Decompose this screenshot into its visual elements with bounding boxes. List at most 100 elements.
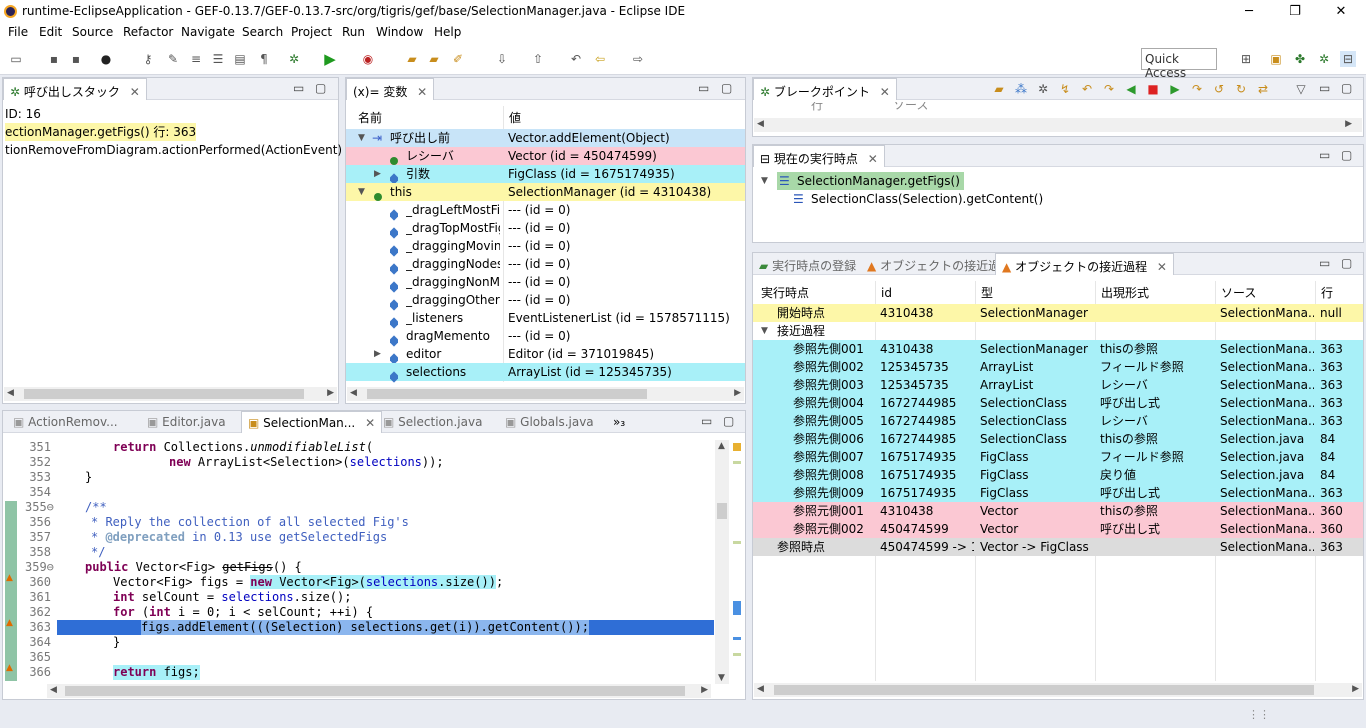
git-perspective-icon[interactable]: ✤ <box>1292 51 1308 67</box>
pen-icon[interactable]: ✐ <box>450 51 466 67</box>
current-point-item[interactable]: ☰ SelectionClass(Selection).getContent() <box>753 190 1363 208</box>
maximize-icon[interactable]: ▢ <box>721 81 732 95</box>
resume-icon[interactable]: ▶ <box>1167 81 1183 97</box>
debug-icon[interactable]: ✲ <box>286 51 302 67</box>
expanded-icon[interactable]: ▼ <box>761 322 768 340</box>
horizontal-scrollbar[interactable]: ◀ ▶ <box>754 683 1362 697</box>
step-over-icon[interactable]: ↷ <box>1189 81 1205 97</box>
minimize-icon[interactable]: ▭ <box>1319 148 1330 162</box>
scroll-left-icon[interactable]: ◀ <box>757 119 764 129</box>
close-button[interactable]: ✕ <box>1318 2 1364 22</box>
mark-icon[interactable]: ☰ <box>210 51 226 67</box>
gear-icon[interactable]: ✲ <box>1035 81 1051 97</box>
tab-approach-2[interactable]: ▲ オブジェクトの接近過程 ✕ <box>995 253 1174 275</box>
horizontal-scrollbar[interactable]: ◀ ▶ <box>4 387 337 401</box>
variable-row[interactable]: ▶ 引数 FigClass (id = 1675174935) <box>346 165 745 185</box>
drop-frame-icon[interactable]: ↻ <box>1233 81 1249 97</box>
more-tabs-button[interactable]: »₃ <box>607 411 631 433</box>
code-line[interactable]: /** <box>85 500 107 515</box>
code-line[interactable]: } <box>85 470 92 485</box>
perspective-icon[interactable]: ⊞ <box>1238 51 1254 67</box>
code-line-current[interactable]: figs.addElement(((Selection) selections.… <box>141 620 589 635</box>
tab-action-remove[interactable]: ▣ ActionRemov... <box>7 411 124 433</box>
open-folder-icon[interactable]: ▰ <box>426 51 442 67</box>
collapsed-icon[interactable]: ▶ <box>374 345 381 363</box>
minimize-icon[interactable]: ▭ <box>1319 81 1330 95</box>
table-row[interactable]: 参照先側005 1672744985 SelectionClass レシーバ S… <box>753 412 1363 430</box>
column-exec-point[interactable]: 実行時点 <box>761 281 809 305</box>
code-line[interactable]: for (int i = 0; i < selCount; ++i) { <box>113 605 373 620</box>
pilcrow-icon[interactable]: ¶ <box>256 51 272 67</box>
code-line[interactable]: return Collections.unmodifiableList( <box>113 440 373 455</box>
table-row[interactable]: 参照先側009 1675174935 FigClass 呼び出し式 Select… <box>753 484 1363 502</box>
table-row[interactable]: 参照元側002 450474599 Vector 呼び出し式 Selection… <box>753 520 1363 538</box>
key-icon[interactable]: ⚷ <box>140 51 156 67</box>
close-icon[interactable]: ✕ <box>1157 260 1167 274</box>
stop-icon[interactable]: ■ <box>1145 81 1161 97</box>
close-icon[interactable]: ✕ <box>417 85 427 99</box>
step-into-icon[interactable]: ↷ <box>1101 81 1117 97</box>
table-row[interactable]: 参照元側001 4310438 Vector thisの参照 Selection… <box>753 502 1363 520</box>
toggle-icon[interactable]: ≡ <box>188 51 204 67</box>
table-row[interactable]: 参照先側004 1672744985 SelectionClass 呼び出し式 … <box>753 394 1363 412</box>
save-all-icon[interactable]: ▪ <box>68 51 84 67</box>
maximize-icon[interactable]: ▢ <box>315 81 326 95</box>
variable-row[interactable]: _draggingMovingI --- (id = 0) <box>346 237 745 257</box>
expanded-icon[interactable]: ▼ <box>761 172 768 190</box>
tab-globals-java[interactable]: ▣ Globals.java <box>499 411 600 433</box>
menu-refactor[interactable]: Refactor <box>123 25 173 39</box>
scroll-right-icon[interactable]: ▶ <box>1345 119 1352 129</box>
profile-icon[interactable]: ● <box>98 51 114 67</box>
horizontal-scrollbar[interactable]: ◀ ▶ <box>47 684 711 698</box>
menu-source[interactable]: Source <box>72 25 113 39</box>
overview-ruler[interactable] <box>732 441 742 681</box>
code-line[interactable]: int selCount = selections.size(); <box>113 590 351 605</box>
variable-row[interactable]: dragMemento --- (id = 0) <box>346 327 745 347</box>
code-line[interactable]: * Reply the collection of all selected F… <box>91 515 409 530</box>
code-line[interactable]: public Vector<Fig> getFigs() { <box>85 560 302 575</box>
menu-help[interactable]: Help <box>434 25 461 39</box>
scroll-down-icon[interactable]: ▼ <box>718 673 725 683</box>
code-line[interactable]: * @deprecated in 0.13 use getSelectedFig… <box>91 530 387 545</box>
minimize-button[interactable]: ─ <box>1226 2 1272 22</box>
maximize-icon[interactable]: ▢ <box>1341 148 1352 162</box>
tab-breakpoints[interactable]: ✲ ブレークポイント ✕ <box>753 78 897 100</box>
close-icon[interactable]: ✕ <box>880 85 890 99</box>
tab-register-point[interactable]: ▰ 実行時点の登録 <box>753 253 862 275</box>
step-back-icon[interactable]: ↶ <box>1079 81 1095 97</box>
code-line[interactable]: */ <box>91 545 105 560</box>
code-line[interactable]: Vector<Fig> figs = new Vector<Fig>(selec… <box>113 575 503 590</box>
horizontal-scrollbar[interactable]: ◀ ▶ <box>754 118 1362 132</box>
new-icon[interactable]: ▭ <box>8 51 24 67</box>
minimize-icon[interactable]: ▭ <box>701 414 712 428</box>
table-row[interactable]: 参照時点 450474599 -> 1... Vector -> FigClas… <box>753 538 1363 556</box>
collapsed-icon[interactable]: ▶ <box>374 165 381 183</box>
step-return-icon[interactable]: ↺ <box>1211 81 1227 97</box>
tab-callstack[interactable]: ✲ 呼び出しスタック ✕ <box>3 78 147 100</box>
callstack-line-current[interactable]: ectionManager.getFigs() 行: 363 <box>5 123 197 141</box>
menu-project[interactable]: Project <box>291 25 332 39</box>
menu-run[interactable]: Run <box>342 25 365 39</box>
java-perspective-icon[interactable]: ▣ <box>1268 51 1284 67</box>
column-id[interactable]: id <box>881 281 892 305</box>
minimize-icon[interactable]: ▭ <box>293 81 304 95</box>
custom-perspective-icon[interactable]: ⊟ <box>1340 51 1356 67</box>
table-row[interactable]: 参照先側001 4310438 SelectionManager thisの参照… <box>753 340 1363 358</box>
column-value[interactable]: 値 <box>509 106 521 130</box>
step-icon[interactable]: ↯ <box>1057 81 1073 97</box>
table-row[interactable]: ▼ 接近過程 <box>753 322 1363 340</box>
vertical-scrollbar[interactable]: ▲ ▼ <box>715 440 729 684</box>
column-type[interactable]: 型 <box>981 281 993 305</box>
menu-navigate[interactable]: Navigate <box>181 25 235 39</box>
tab-selection-java[interactable]: ▣ Selection.java <box>377 411 488 433</box>
scroll-right-icon[interactable]: ▶ <box>1352 684 1359 694</box>
variable-row[interactable]: _draggingOthers --- (id = 0) <box>346 291 745 311</box>
prev-annotation-icon[interactable]: ⇧ <box>530 51 546 67</box>
menu-search[interactable]: Search <box>242 25 283 39</box>
tab-selection-manager[interactable]: ▣ SelectionMan... ✕ <box>241 411 383 433</box>
variable-row[interactable]: ▼ ⇥ 呼び出し前 Vector.addElement(Object) <box>346 129 745 147</box>
code-line[interactable]: return figs; <box>113 665 200 680</box>
variable-row[interactable]: _draggingNonMov --- (id = 0) <box>346 273 745 293</box>
menu-file[interactable]: File <box>8 25 28 39</box>
view-menu-icon[interactable]: ▽ <box>1293 81 1309 97</box>
